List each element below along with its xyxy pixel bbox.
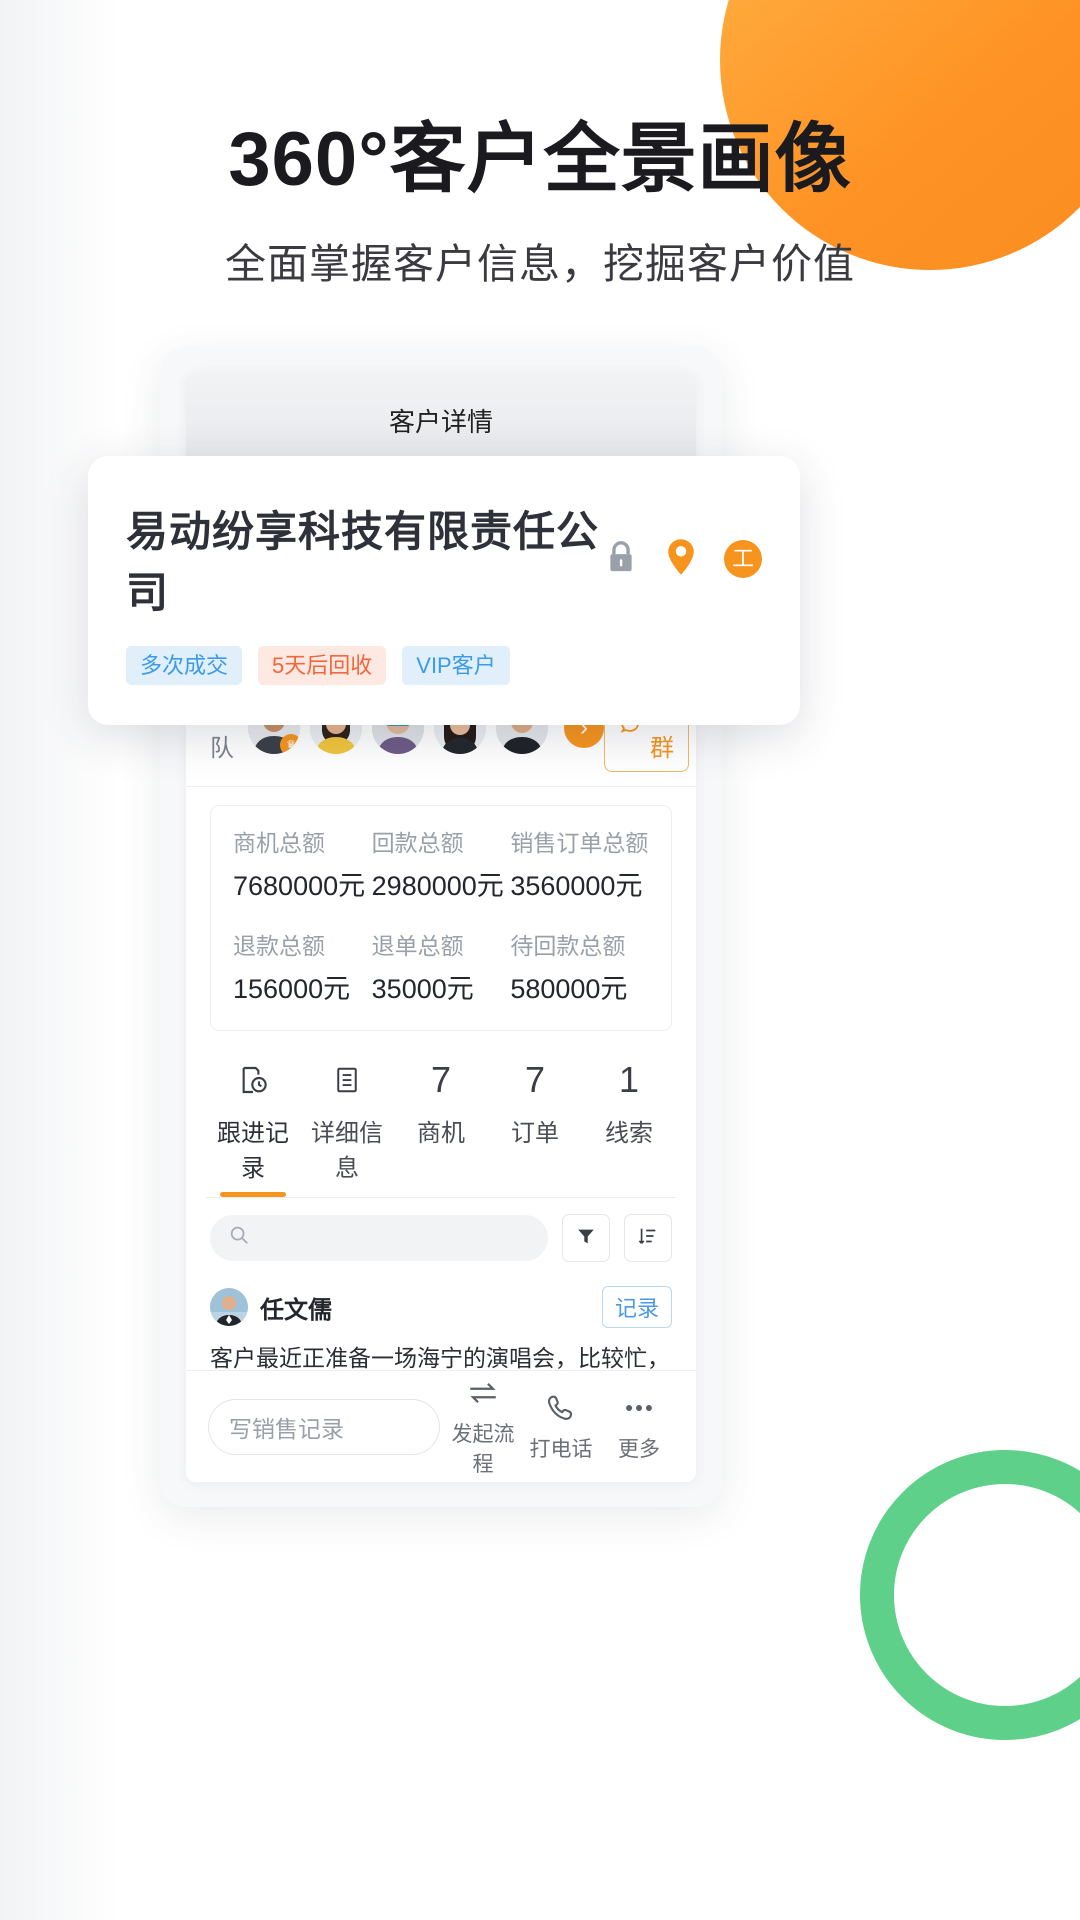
stat-cell: 退款总额 156000元 (233, 927, 372, 1016)
tab-count: 7 (524, 1059, 546, 1100)
compose-placeholder: 写销售记录 (229, 1415, 344, 1442)
stat-cell: 退单总额 35000元 (372, 927, 511, 1016)
stat-cell: 商机总额 7680000元 (233, 824, 372, 913)
tab-bar: 跟进记录 详细信息 7 商机 7 订单 1 线索 (206, 1049, 676, 1198)
tab-detail-info[interactable]: 详细信息 (300, 1049, 394, 1197)
stat-value: 580000元 (510, 974, 628, 1004)
company-tags: 多次成交 5天后回收 VIP客户 (126, 646, 762, 686)
stat-label: 退单总额 (371, 933, 464, 959)
industry-badge-icon[interactable]: 工 (724, 540, 762, 578)
tab-label: 订单 (511, 1120, 559, 1147)
feed-head: 任文儒 记录 (210, 1286, 672, 1328)
tag-recycle-countdown[interactable]: 5天后回收 (258, 646, 387, 686)
bottom-action-label: 发起流程 (451, 1422, 515, 1476)
app-navbar: 客户详情 (186, 372, 696, 468)
feed-toolbar (186, 1198, 696, 1272)
sort-button[interactable] (624, 1214, 672, 1262)
tab-orders[interactable]: 7 订单 (488, 1049, 582, 1197)
tab-count: 7 (430, 1059, 452, 1100)
filter-icon (575, 1225, 597, 1252)
history-icon (206, 1057, 300, 1103)
stats-grid: 商机总额 7680000元 回款总额 2980000元 销售订单总额 35600… (233, 824, 649, 1016)
company-header-card: 易动纷享科技有限责任公司 工 多次成交 5天后回收 VIP客户 (88, 456, 800, 726)
stat-label: 回款总额 (371, 830, 464, 856)
page-title: 客户详情 (388, 406, 493, 437)
background-green-ring (860, 1450, 1080, 1740)
search-icon (228, 1224, 250, 1252)
flow-icon (448, 1376, 518, 1410)
sort-icon (637, 1225, 659, 1252)
stat-value: 156000元 (233, 974, 351, 1004)
tab-label: 详细信息 (311, 1120, 383, 1182)
more-icon (604, 1391, 674, 1425)
tab-leads[interactable]: 1 线索 (582, 1049, 676, 1197)
promo-headline: 360°客户全景画像 (228, 117, 852, 202)
tab-opportunities[interactable]: 7 商机 (394, 1049, 488, 1197)
tab-label: 商机 (417, 1120, 465, 1147)
company-name: 易动纷享科技有限责任公司 (126, 508, 600, 616)
filter-button[interactable] (562, 1214, 610, 1262)
promo-header: 360°客户全景画像 全面掌握客户信息，挖掘客户价值 (0, 0, 1080, 290)
location-pin-icon[interactable] (664, 537, 698, 582)
industry-badge-label: 工 (724, 540, 762, 578)
call-button[interactable]: 打电话 (526, 1391, 596, 1463)
stat-value: 7680000元 (233, 871, 366, 901)
feed-type-badge[interactable]: 记录 (601, 1286, 672, 1328)
stat-label: 商机总额 (233, 830, 325, 856)
stat-label: 退款总额 (233, 933, 325, 959)
tab-follow-records[interactable]: 跟进记录 (206, 1049, 300, 1197)
start-flow-button[interactable]: 发起流程 (448, 1376, 518, 1478)
lock-icon[interactable] (604, 538, 638, 581)
tab-label: 跟进记录 (217, 1120, 289, 1182)
tag-repeat-deal[interactable]: 多次成交 (126, 646, 243, 686)
more-button[interactable]: 更多 (604, 1391, 674, 1463)
list-detail-icon (300, 1057, 394, 1103)
stat-cell: 回款总额 2980000元 (372, 824, 511, 913)
stat-cell: 销售订单总额 3560000元 (510, 824, 649, 913)
feed-author: 任文儒 (260, 1296, 332, 1324)
avatar[interactable] (210, 1288, 248, 1326)
crown-icon: ♛ (280, 734, 300, 754)
stat-cell: 待回款总额 580000元 (510, 927, 649, 1016)
stat-label: 销售订单总额 (510, 830, 649, 856)
search-input[interactable] (210, 1215, 548, 1261)
stat-value: 3560000元 (510, 871, 643, 901)
bottom-action-label: 打电话 (529, 1437, 593, 1461)
bottom-action-bar: 写销售记录 发起流程 打电话 更多 (186, 1370, 696, 1482)
stat-value: 35000元 (371, 974, 474, 1004)
phone-icon (526, 1391, 596, 1425)
tab-count: 1 (618, 1059, 640, 1100)
stat-value: 2980000元 (371, 871, 504, 901)
stats-panel: 商机总额 7680000元 回款总额 2980000元 销售订单总额 35600… (210, 805, 672, 1031)
stat-label: 待回款总额 (510, 933, 626, 959)
bottom-action-label: 更多 (618, 1437, 660, 1461)
promo-subheadline: 全面掌握客户信息，挖掘客户价值 (225, 240, 855, 287)
tag-vip-customer[interactable]: VIP客户 (402, 646, 510, 686)
company-title-row: 易动纷享科技有限责任公司 工 (126, 498, 762, 620)
tab-label: 线索 (605, 1120, 653, 1147)
compose-input[interactable]: 写销售记录 (208, 1398, 440, 1455)
company-title-icons: 工 (604, 537, 762, 582)
